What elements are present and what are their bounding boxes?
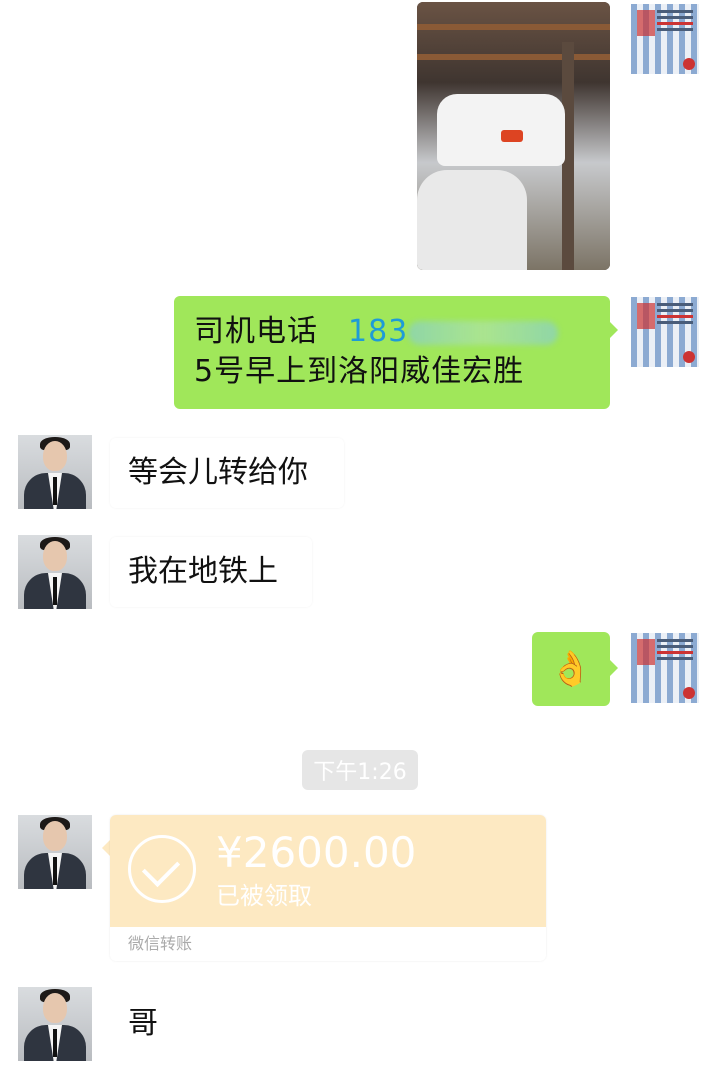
contact-avatar[interactable] (18, 535, 92, 609)
contact-avatar[interactable] (18, 987, 92, 1061)
transfer-amount: ¥2600.00 (216, 828, 417, 877)
transfer-status: 已被领取 (216, 882, 312, 910)
arrival-text: 5号早上到洛阳威佳宏胜 (194, 354, 525, 389)
contact-avatar[interactable] (18, 435, 92, 509)
received-message-bubble[interactable]: 等会儿转给你 (110, 438, 344, 508)
ok-hand-emoji-bubble[interactable]: 👌 (532, 632, 610, 706)
contact-avatar[interactable] (18, 815, 92, 889)
checkmark-circle-icon (128, 835, 196, 903)
wechat-transfer-card[interactable]: ¥2600.00 已被领取 微信转账 (110, 815, 546, 961)
redacted-phone-digits (408, 320, 559, 345)
phone-message-bubble[interactable]: 司机电话 183 5号早上到洛阳威佳宏胜 (174, 296, 610, 409)
bubble-tail (94, 840, 110, 856)
received-message-bubble[interactable]: 我在地铁上 (110, 537, 312, 607)
chat-timestamp: 下午1:26 (302, 750, 418, 790)
phone-label: 司机电话 (194, 314, 318, 349)
received-message-bubble[interactable]: 哥 (110, 990, 184, 1058)
company-logo-avatar[interactable] (631, 297, 699, 367)
phone-number-link[interactable]: 183 (348, 314, 408, 349)
bubble-tail (610, 660, 626, 676)
company-logo-avatar[interactable] (631, 4, 699, 74)
car-carrier-photo[interactable] (417, 2, 610, 270)
company-logo-avatar[interactable] (631, 633, 699, 703)
transfer-footer: 微信转账 (128, 934, 193, 953)
bubble-tail (610, 322, 626, 338)
